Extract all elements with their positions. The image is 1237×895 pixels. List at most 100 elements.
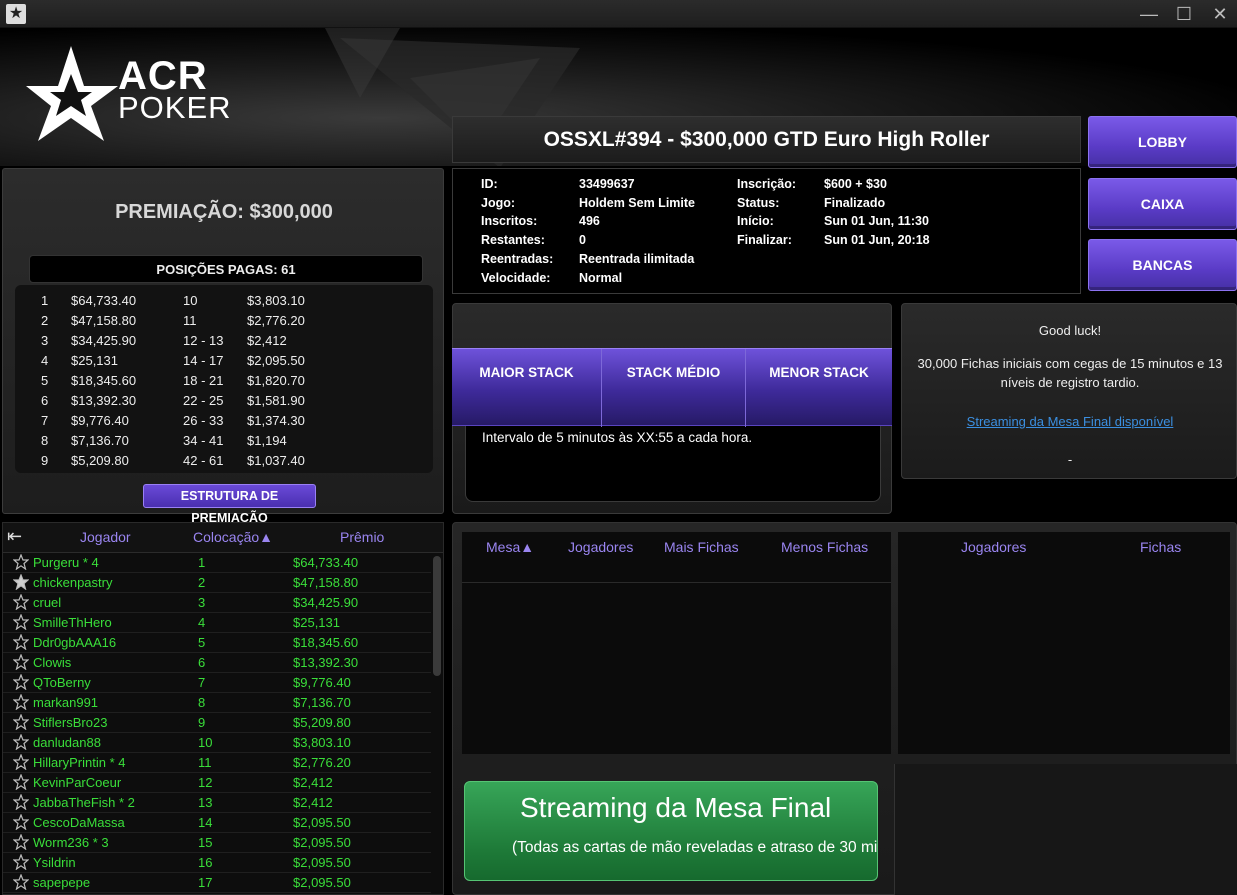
player-place: 5 bbox=[198, 635, 206, 650]
player-place: 13 bbox=[198, 795, 213, 810]
player-row[interactable]: StiflersBro23 9 $5,209.80 bbox=[3, 713, 431, 733]
player-prize: $34,425.90 bbox=[293, 595, 359, 610]
player-row[interactable]: JabbaTheFish * 2 13 $2,412 bbox=[3, 793, 431, 813]
player-row[interactable]: chickenpastry 2 $47,158.80 bbox=[3, 573, 431, 593]
player-row[interactable]: KevinParCoeur 12 $2,412 bbox=[3, 773, 431, 793]
message-footer: - bbox=[1067, 452, 1073, 467]
favorite-star-icon[interactable] bbox=[13, 874, 29, 890]
payout-position: 12 - 13 bbox=[183, 333, 224, 348]
player-place: 12 bbox=[198, 775, 213, 790]
player-prize: $9,776.40 bbox=[293, 675, 351, 690]
payout-amount: $18,345.60 bbox=[71, 373, 137, 388]
column-fewest-chips[interactable]: Menos Fichas bbox=[781, 532, 868, 563]
favorite-star-icon[interactable] bbox=[13, 594, 29, 610]
column-table-players[interactable]: Jogadores bbox=[961, 532, 1026, 563]
info-value: Holdem Sem Limite bbox=[579, 196, 695, 210]
players-header: ⇤ Jogador Colocação▲ Prêmio bbox=[3, 523, 443, 553]
info-value: 0 bbox=[579, 233, 586, 247]
payout-amount: $2,095.50 bbox=[247, 353, 305, 368]
player-name: Ddr0gbAAA16 bbox=[33, 635, 117, 650]
favorite-star-icon[interactable] bbox=[13, 834, 29, 850]
bancas-button[interactable]: BANCAS bbox=[1088, 239, 1237, 291]
player-row[interactable]: Worm236 * 3 15 $2,095.50 bbox=[3, 833, 431, 853]
player-row[interactable]: SmilleThHero 4 $25,131 bbox=[3, 613, 431, 633]
favorite-star-icon[interactable] bbox=[13, 734, 29, 750]
favorite-star-icon[interactable] bbox=[13, 634, 29, 650]
info-label: Jogo: bbox=[481, 196, 516, 210]
info-label: Reentradas: bbox=[481, 252, 554, 266]
final-table-stream-button[interactable]: Streaming da Mesa Final (Todas as cartas… bbox=[464, 781, 878, 881]
player-row[interactable]: sapepepe 17 $2,095.50 bbox=[3, 873, 431, 893]
player-row[interactable]: HillaryPrintin * 4 11 $2,776.20 bbox=[3, 753, 431, 773]
info-label: Velocidade: bbox=[481, 271, 551, 285]
prize-structure-button[interactable]: ESTRUTURA DE PREMIAÇÃO bbox=[143, 484, 316, 525]
column-player[interactable]: Jogador bbox=[80, 529, 131, 545]
payout-amount: $64,733.40 bbox=[71, 293, 137, 308]
tables-divider bbox=[462, 563, 891, 583]
favorite-star-icon[interactable] bbox=[13, 714, 29, 730]
window-titlebar: ★ — ☐ ✕ bbox=[0, 0, 1237, 28]
favorite-star-icon[interactable] bbox=[13, 574, 29, 590]
player-row[interactable]: Ddr0gbAAA16 5 $18,345.60 bbox=[3, 633, 431, 653]
favorite-star-icon[interactable] bbox=[13, 794, 29, 810]
caixa-button[interactable]: CAIXA bbox=[1088, 178, 1237, 230]
favorite-star-icon[interactable] bbox=[13, 694, 29, 710]
favorite-star-icon[interactable] bbox=[13, 774, 29, 790]
favorite-star-icon[interactable] bbox=[13, 654, 29, 670]
column-prize[interactable]: Prêmio bbox=[340, 529, 384, 545]
payout-amount: $2,412 bbox=[247, 333, 287, 348]
payout-position: 18 - 21 bbox=[183, 373, 224, 388]
player-place: 8 bbox=[198, 695, 206, 710]
favorite-star-icon[interactable] bbox=[13, 754, 29, 770]
player-name: sapepepe bbox=[33, 875, 91, 890]
player-prize: $2,095.50 bbox=[293, 815, 351, 830]
player-row[interactable]: danludan88 10 $3,803.10 bbox=[3, 733, 431, 753]
column-chips[interactable]: Fichas bbox=[1140, 532, 1181, 563]
prize-panel: PREMIAÇÃO: $300,000 POSIÇÕES PAGAS: 61 1… bbox=[2, 168, 444, 525]
favorite-star-icon[interactable] bbox=[13, 854, 29, 870]
column-most-chips[interactable]: Mais Fichas bbox=[664, 532, 739, 563]
favorite-star-icon[interactable] bbox=[13, 814, 29, 830]
player-row[interactable]: QToBerny 7 $9,776.40 bbox=[3, 673, 431, 693]
player-row[interactable]: markan991 8 $7,136.70 bbox=[3, 693, 431, 713]
player-prize: $7,136.70 bbox=[293, 695, 351, 710]
players-scrollbar[interactable] bbox=[433, 556, 441, 676]
lobby-button[interactable]: LOBBY bbox=[1088, 116, 1237, 168]
favorite-star-icon[interactable] bbox=[13, 554, 29, 570]
player-row[interactable]: Clowis 6 $13,392.30 bbox=[3, 653, 431, 673]
payout-amount: $5,209.80 bbox=[71, 453, 129, 468]
player-prize: $2,412 bbox=[293, 775, 333, 790]
players-list: ⇤ Jogador Colocação▲ Prêmio Purgeru * 4 1… bbox=[2, 522, 444, 895]
prize-pool-title: PREMIAÇÃO: $300,000 bbox=[115, 201, 333, 223]
min-stack-label: MENOR STACK bbox=[769, 365, 869, 380]
collapse-left-icon[interactable]: ⇤ bbox=[7, 526, 22, 547]
stream-link[interactable]: Streaming da Mesa Final disponível bbox=[902, 414, 1237, 429]
minimize-icon[interactable]: — bbox=[1135, 2, 1163, 26]
table-players-list bbox=[898, 532, 1230, 754]
favorite-star-icon[interactable] bbox=[13, 674, 29, 690]
payout-amount: $13,392.30 bbox=[71, 393, 137, 408]
close-icon[interactable]: ✕ bbox=[1206, 2, 1234, 26]
info-label: Início: bbox=[737, 214, 774, 228]
payout-position: 2 bbox=[41, 313, 49, 328]
info-value: Finalizado bbox=[824, 196, 886, 210]
payout-amount: $2,776.20 bbox=[247, 313, 305, 328]
player-prize: $13,392.30 bbox=[293, 655, 359, 670]
column-table[interactable]: Mesa▲ bbox=[486, 532, 534, 563]
player-row[interactable]: Purgeru * 4 1 $64,733.40 bbox=[3, 553, 431, 573]
maximize-icon[interactable]: ☐ bbox=[1170, 2, 1198, 26]
payout-position: 4 bbox=[41, 353, 49, 368]
column-placement[interactable]: Colocação▲ bbox=[193, 529, 273, 545]
player-row[interactable]: Ysildrin 16 $2,095.50 bbox=[3, 853, 431, 873]
player-row[interactable]: CescoDaMassa 14 $2,095.50 bbox=[3, 813, 431, 833]
payout-position: 14 - 17 bbox=[183, 353, 224, 368]
favorite-star-icon[interactable] bbox=[13, 614, 29, 630]
player-name: StiflersBro23 bbox=[33, 715, 108, 730]
player-row[interactable]: cruel 3 $34,425.90 bbox=[3, 593, 431, 613]
player-place: 16 bbox=[198, 855, 213, 870]
message-greeting: Good luck! bbox=[1038, 323, 1102, 338]
column-players[interactable]: Jogadores bbox=[568, 532, 633, 563]
player-place: 1 bbox=[198, 555, 206, 570]
player-prize: $5,209.80 bbox=[293, 715, 351, 730]
info-value: $600 + $30 bbox=[824, 177, 887, 191]
